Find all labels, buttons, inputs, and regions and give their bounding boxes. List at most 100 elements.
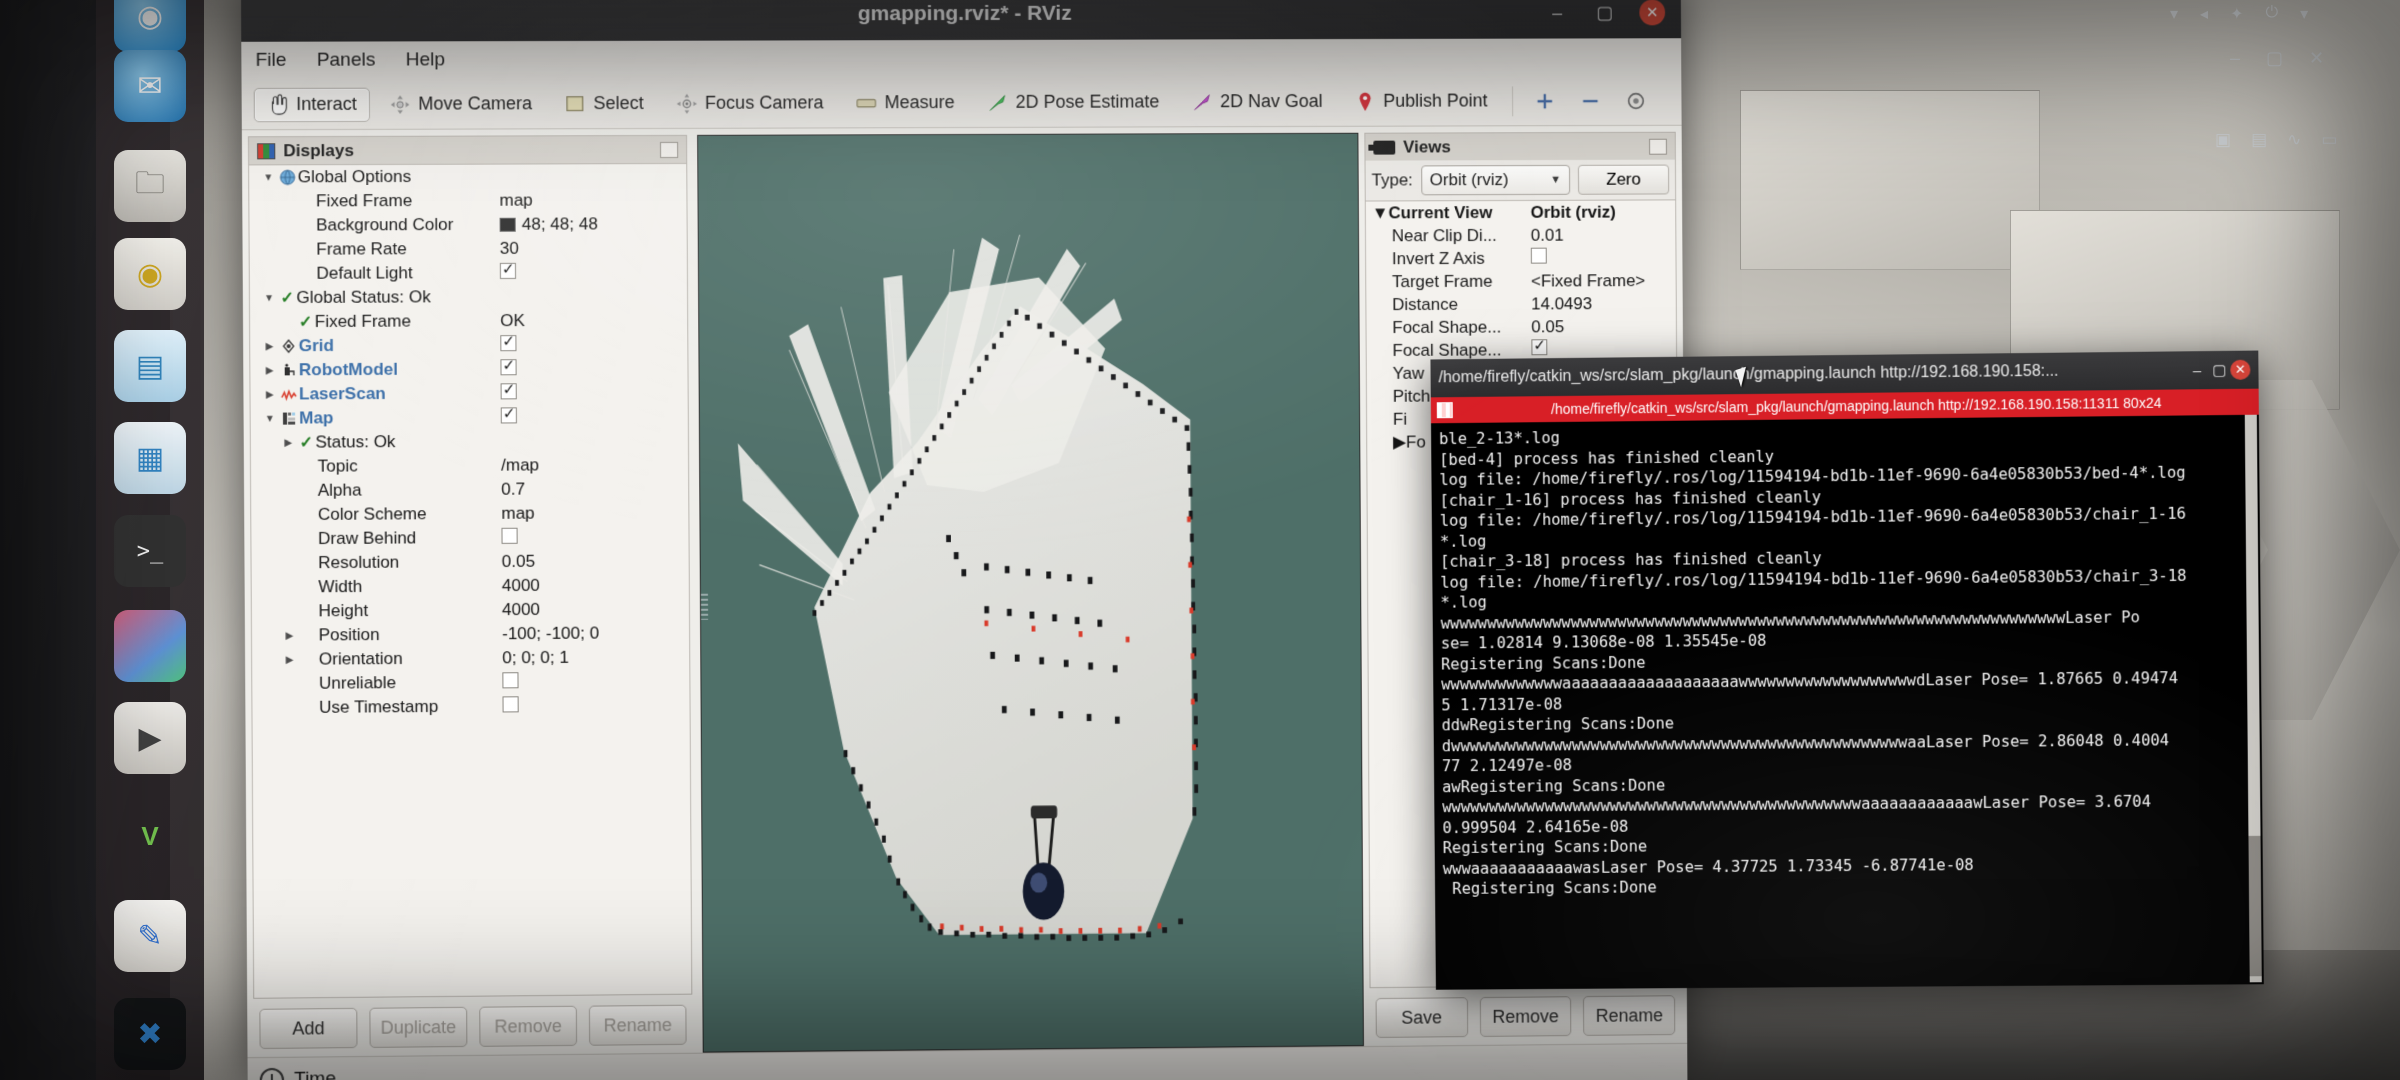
close-button[interactable]: ✕ <box>1639 0 1666 26</box>
menu-help[interactable]: Help <box>406 49 446 71</box>
display-row-use-timestamp[interactable]: Use Timestamp <box>252 693 689 720</box>
add-button[interactable]: Add <box>259 1007 358 1050</box>
view-row-value[interactable] <box>1531 339 1548 360</box>
minimize-icon[interactable]: – <box>2230 48 2240 69</box>
terminal-output[interactable]: ble_2-13*.log [bed-4] process has finishe… <box>1430 414 2264 990</box>
checkbox[interactable] <box>500 382 517 399</box>
display-row-value[interactable]: 30 <box>500 239 519 259</box>
checkbox[interactable] <box>499 262 517 279</box>
display-row-value[interactable]: 48; 48; 48 <box>499 214 598 234</box>
display-row-value[interactable] <box>502 695 519 717</box>
checkbox[interactable] <box>502 695 519 712</box>
tool-2d-pose-estimate[interactable]: 2D Pose Estimate <box>973 85 1172 120</box>
display-row-value[interactable]: map <box>499 191 532 211</box>
terminal-close-button[interactable]: ✕ <box>2230 359 2251 380</box>
tool-2d-nav-goal[interactable]: 2D Nav Goal <box>1178 84 1336 118</box>
files-icon[interactable]: 🗀 <box>114 150 186 222</box>
display-row-global-status-ok[interactable]: ▼ ✓ Global Status: Ok <box>250 284 687 310</box>
view-row-current-view[interactable]: ▼ Current View Orbit (rviz) <box>1366 200 1676 224</box>
tool-publish-point[interactable]: Publish Point <box>1341 84 1500 118</box>
view-row-value[interactable]: <Fixed Frame> <box>1531 271 1645 291</box>
display-row-grid[interactable]: ▶ Grid <box>250 332 687 358</box>
tool-select[interactable]: Select <box>551 86 657 120</box>
ubuntu-launcher-dock[interactable]: ◉ ✉ 🗀 ◉ ▤ ▦ >_ ▶ V ✎ ✖ <box>96 0 204 1080</box>
remove-view-button[interactable]: Remove <box>1479 996 1572 1037</box>
ubuntu-software-icon[interactable]: ▦ <box>114 422 186 494</box>
display-row-unreliable[interactable]: Unreliable <box>252 669 689 696</box>
view-row-value[interactable]: 14.0493 <box>1531 294 1592 314</box>
bluetooth-icon[interactable]: ✦ <box>2230 4 2243 24</box>
views-panel-float-button[interactable] <box>1649 138 1667 155</box>
display-row-map[interactable]: ▼ Map <box>251 404 688 430</box>
chevron-right-icon[interactable]: ▶ <box>260 341 278 352</box>
display-row-fixed-frame[interactable]: Fixed Frame map <box>249 188 686 214</box>
view-row-target-frame[interactable]: Target Frame <Fixed Frame> <box>1366 269 1676 293</box>
volume-icon[interactable]: ◂ <box>2200 4 2208 24</box>
rviz-3d-viewport[interactable] <box>697 132 1364 1053</box>
display-row-value[interactable] <box>500 334 517 356</box>
vscode-icon[interactable]: ✖ <box>114 998 186 1070</box>
chevron-down-icon[interactable]: ▼ <box>259 172 277 183</box>
chevron-down-icon[interactable]: ▼ <box>260 292 278 304</box>
display-row-position[interactable]: ▶ Position -100; -100; 0 <box>252 621 689 648</box>
views-type-row[interactable]: Type: Orbit (rviz) ▼ Zero <box>1364 159 1677 202</box>
chevron-right-icon[interactable]: ▶ <box>260 365 278 376</box>
media-player-icon[interactable]: ▶ <box>114 702 186 774</box>
rviz-window-controls[interactable]: – ▢ ✕ <box>1544 0 1666 26</box>
display-row-orientation[interactable]: ▶ Orientation 0; 0; 0; 1 <box>252 645 689 672</box>
menu-panels[interactable]: Panels <box>317 50 376 72</box>
rhythmbox-icon[interactable]: ◉ <box>114 238 186 310</box>
chevron-right-icon[interactable]: ▶ <box>280 630 298 641</box>
display-row-draw-behind[interactable]: Draw Behind <box>251 525 688 552</box>
view-row-near-clip-di[interactable]: Near Clip Di... 0.01 <box>1366 223 1676 247</box>
rviz-toolbar[interactable]: Interact Move Camera Select Focus Camera <box>241 76 1682 131</box>
display-row-value[interactable] <box>500 358 517 380</box>
viewport-splitter-handle[interactable] <box>699 593 709 620</box>
view-row-value[interactable] <box>1530 247 1547 269</box>
rviz-menubar[interactable]: File Panels Help <box>241 38 1682 81</box>
graph-icon[interactable]: ∿ <box>2287 130 2301 150</box>
menu-file[interactable]: File <box>255 50 286 72</box>
displays-tree[interactable]: ▼ Global Options Fixed Frame map Background … <box>248 162 693 999</box>
chevron-down-icon[interactable]: ▼ <box>261 413 279 424</box>
displays-panel-float-button[interactable] <box>659 141 679 158</box>
display-row-value[interactable]: 0.05 <box>502 552 535 572</box>
display-row-value[interactable]: 4000 <box>502 600 540 620</box>
close-icon[interactable]: ✕ <box>2309 48 2324 69</box>
text-editor-icon[interactable]: ✎ <box>114 900 186 972</box>
checkbox[interactable] <box>502 671 519 688</box>
display-row-value[interactable]: /map <box>501 455 539 475</box>
display-row-robotmodel[interactable]: ▶ RobotModel <box>250 356 687 382</box>
chevron-right-icon[interactable]: ▶ <box>279 437 297 448</box>
display-row-value[interactable]: OK <box>500 311 525 331</box>
checkbox[interactable] <box>500 358 517 375</box>
view-row-invert-z-axis[interactable]: Invert Z Axis <box>1366 246 1676 270</box>
tool-focus-camera[interactable]: Focus Camera <box>663 86 837 121</box>
display-row-value[interactable]: 0.7 <box>501 480 525 500</box>
chevron-down-icon[interactable]: ▼ <box>1372 203 1389 223</box>
views-buttons[interactable]: Save Remove Rename <box>1370 985 1682 1046</box>
remove-button[interactable]: Remove <box>479 1005 578 1047</box>
remove-tool-button[interactable] <box>1571 84 1611 118</box>
view-row-distance[interactable]: Distance 14.0493 <box>1366 292 1676 316</box>
firefox-icon[interactable]: ◉ <box>114 0 186 52</box>
terminal-maximize-button[interactable]: ▢ <box>2208 361 2230 379</box>
display-row-value[interactable]: 4000 <box>502 576 540 596</box>
display-row-default-light[interactable]: Default Light <box>250 260 687 286</box>
view-row-value[interactable]: 0.01 <box>1531 225 1564 245</box>
checkbox[interactable] <box>500 334 517 351</box>
checkbox[interactable] <box>501 527 518 544</box>
maximize-button[interactable]: ▢ <box>1592 0 1618 25</box>
zero-button[interactable]: Zero <box>1577 164 1670 195</box>
display-row-value[interactable]: 0; 0; 0; 1 <box>502 648 569 669</box>
display-row-value[interactable] <box>502 671 519 693</box>
save-view-button[interactable]: Save <box>1375 997 1468 1038</box>
chevron-right-icon[interactable]: ▶ <box>1393 432 1406 452</box>
display-row-global-options[interactable]: ▼ Global Options <box>249 164 686 190</box>
duplicate-button[interactable]: Duplicate <box>369 1006 468 1048</box>
view-row-value[interactable]: 0.05 <box>1531 317 1564 337</box>
libreoffice-writer-icon[interactable]: ▤ <box>114 330 186 402</box>
checkbox[interactable] <box>500 406 517 423</box>
vim-icon[interactable]: V <box>114 800 186 872</box>
tool-measure[interactable]: Measure <box>842 85 967 119</box>
